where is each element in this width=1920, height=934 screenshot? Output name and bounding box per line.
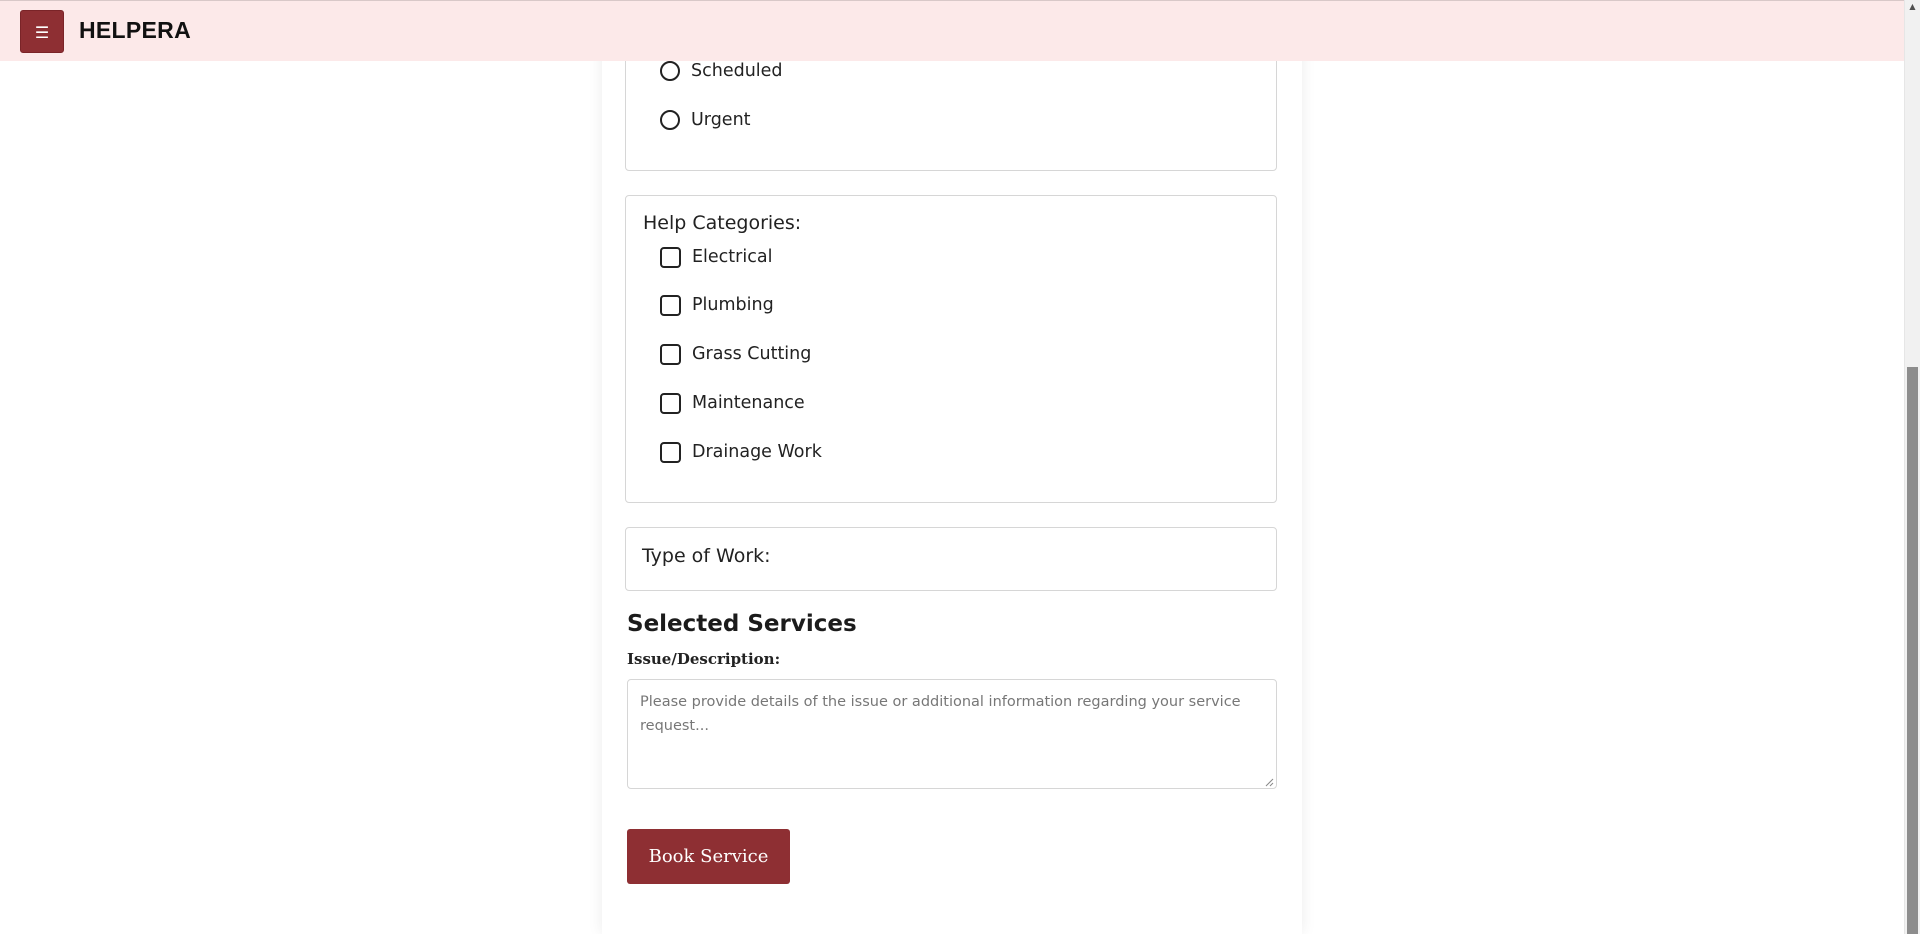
checkbox[interactable]	[660, 343, 681, 365]
checkbox-label: Grass Cutting	[692, 344, 812, 364]
vertical-scrollbar[interactable]: ▲	[1904, 0, 1920, 934]
scrollbar-thumb[interactable]	[1907, 367, 1918, 934]
checkbox[interactable]	[660, 392, 681, 414]
type-of-work-legend: Type of Work:	[642, 545, 771, 567]
brand-logo-text[interactable]: HELPERA	[79, 17, 191, 44]
checkbox-option-electrical[interactable]: Electrical	[660, 244, 772, 270]
radio-label: Scheduled	[691, 61, 783, 81]
top-bar: ☰ HELPERA	[0, 0, 1904, 61]
radio-option-scheduled[interactable]: Scheduled	[660, 58, 783, 84]
issue-description-label: Issue/Description:	[627, 650, 781, 668]
checkbox[interactable]	[660, 441, 681, 463]
radio-button[interactable]	[660, 61, 680, 81]
checkbox-label: Electrical	[692, 247, 773, 267]
checkbox-option-grass-cutting[interactable]: Grass Cutting	[660, 341, 811, 367]
book-service-button[interactable]: Book Service	[627, 829, 790, 884]
selected-services-heading: Selected Services	[627, 611, 857, 637]
issue-description-textarea[interactable]	[627, 679, 1277, 789]
checkbox-label: Drainage Work	[692, 442, 822, 462]
checkbox[interactable]	[660, 246, 681, 268]
checkbox-option-drainage-work[interactable]: Drainage Work	[660, 439, 822, 465]
checkbox-label: Maintenance	[692, 393, 805, 413]
radio-label: Urgent	[691, 110, 751, 130]
checkbox-option-plumbing[interactable]: Plumbing	[660, 292, 774, 318]
hamburger-icon: ☰	[34, 23, 50, 42]
scroll-up-arrow-icon[interactable]: ▲	[1905, 0, 1920, 14]
checkbox-label: Plumbing	[692, 295, 774, 315]
radio-button[interactable]	[660, 110, 680, 130]
page: ☰ HELPERA Scheduled Urgent Help Categori…	[0, 0, 1920, 934]
help-categories-legend: Help Categories:	[643, 212, 802, 234]
menu-button[interactable]: ☰	[20, 10, 64, 53]
radio-option-urgent[interactable]: Urgent	[660, 107, 751, 133]
checkbox-option-maintenance[interactable]: Maintenance	[660, 390, 805, 416]
checkbox[interactable]	[660, 294, 681, 316]
